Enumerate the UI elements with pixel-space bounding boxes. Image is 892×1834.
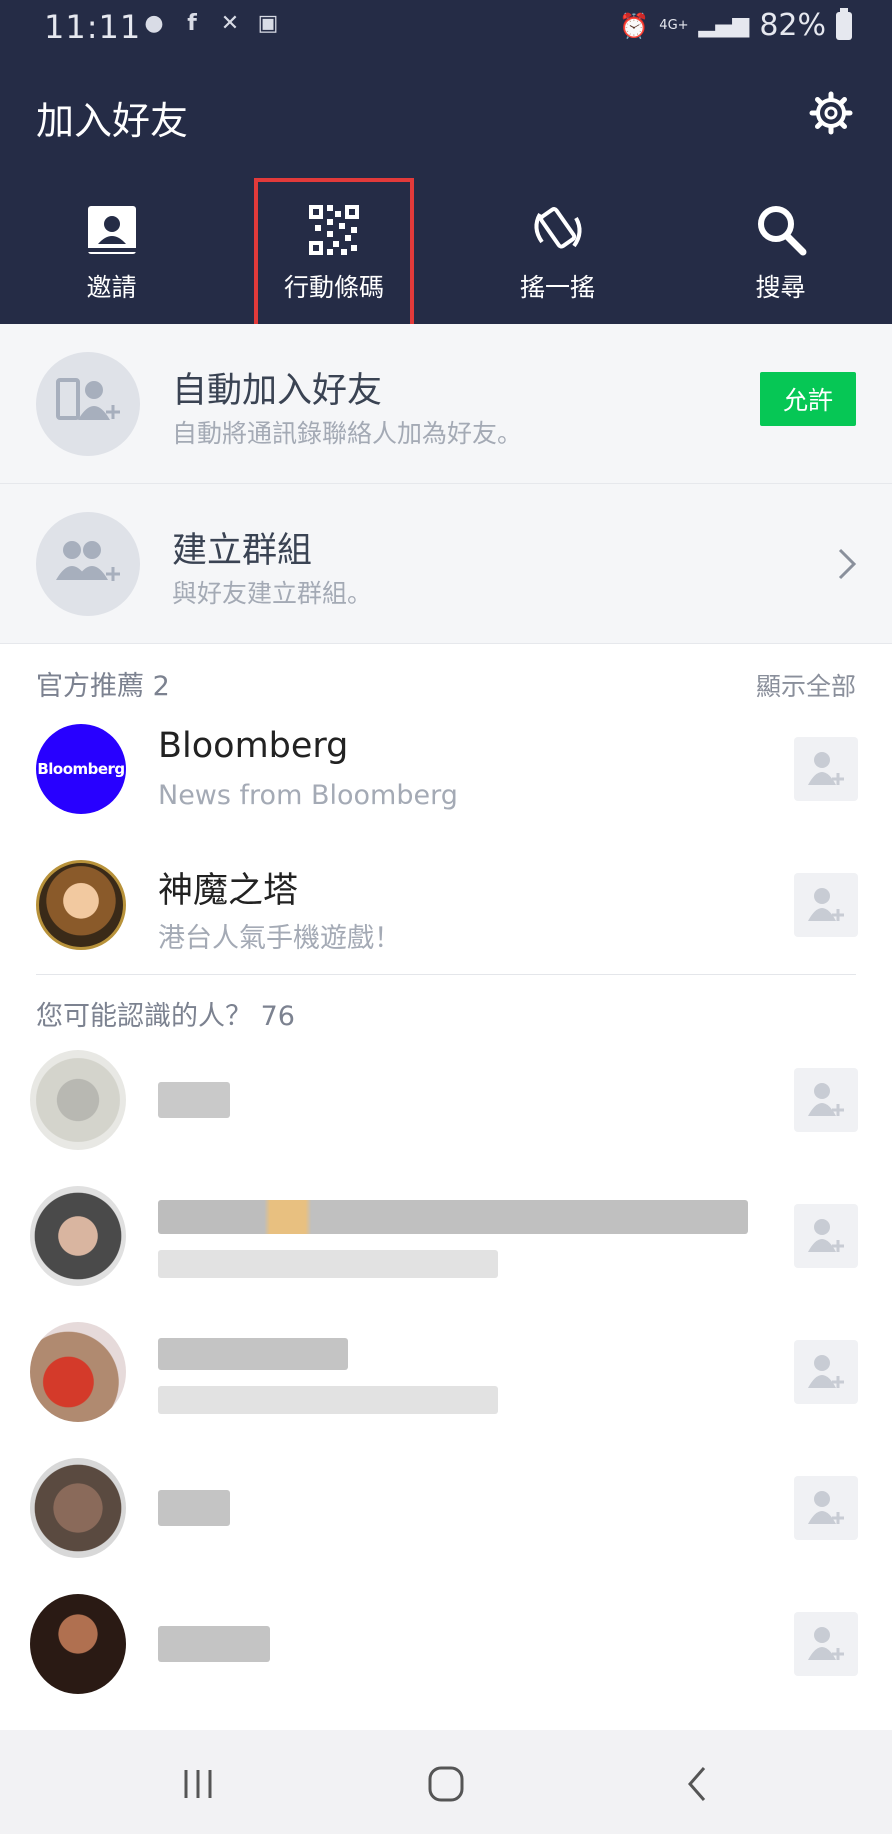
network-type: 4G+ xyxy=(659,18,689,33)
avatar xyxy=(30,1322,126,1422)
invite-button[interactable]: 邀請 xyxy=(0,202,223,324)
add-user-icon xyxy=(808,888,844,921)
shake-label: 搖一搖 xyxy=(519,273,595,302)
auto-add-friends-row: 自動加入好友 自動將通訊錄聯絡人加為好友。 允許 xyxy=(0,324,892,484)
alarm-icon: ⏰ xyxy=(619,11,650,40)
official-section-label: 官方推薦 2 xyxy=(36,671,170,702)
add-friend-button[interactable] xyxy=(794,1068,858,1132)
status-time: 11:11 xyxy=(44,8,142,46)
gear-icon[interactable] xyxy=(806,88,856,138)
redacted-subtitle xyxy=(158,1250,498,1278)
list-item[interactable] xyxy=(0,1172,892,1302)
add-user-icon xyxy=(808,1355,844,1388)
people-section-label: 您可能認識的人？ 76 xyxy=(36,1001,295,1032)
facebook-icon: f xyxy=(187,11,197,36)
avatar xyxy=(30,1594,126,1694)
chevron-right-icon xyxy=(838,548,857,580)
system-navigation-bar xyxy=(0,1730,892,1834)
auto-add-title: 自動加入好友 xyxy=(172,371,383,411)
qr-code-label: 行動條碼 xyxy=(283,273,384,302)
status-bar: 11:11 ● f ✕ ▣ ⏰ 4G+ ▂▄▆ 82% xyxy=(0,0,892,52)
search-label: 搜尋 xyxy=(755,273,806,302)
list-item-bloomberg[interactable]: Bloomberg Bloomberg News from Bloomberg xyxy=(0,704,892,834)
add-user-icon xyxy=(808,1083,844,1116)
redacted-name xyxy=(158,1338,348,1370)
add-friend-button[interactable] xyxy=(794,873,858,937)
search-icon xyxy=(757,206,806,256)
redacted-name xyxy=(158,1490,230,1526)
game-avatar xyxy=(36,860,126,950)
list-item[interactable] xyxy=(0,1580,892,1710)
signal-icon: ▂▄▆ xyxy=(698,13,750,38)
bloomberg-name: Bloomberg xyxy=(158,726,349,766)
add-user-icon xyxy=(808,1491,844,1524)
auto-add-subtitle: 自動將通訊錄聯絡人加為好友。 xyxy=(172,419,523,448)
avatar xyxy=(30,1458,126,1558)
create-group-title: 建立群組 xyxy=(172,531,313,571)
add-friend-button[interactable] xyxy=(794,737,858,801)
group-add-icon xyxy=(56,541,120,581)
home-icon[interactable] xyxy=(426,1764,466,1804)
battery-level: 82% xyxy=(759,8,826,43)
contact-card-icon xyxy=(87,206,136,254)
page-title: 加入好友 xyxy=(36,99,189,143)
avatar xyxy=(30,1186,126,1286)
bloomberg-subtitle: News from Bloomberg xyxy=(158,780,458,811)
game-subtitle: 港台人氣手機遊戲！ xyxy=(158,923,401,954)
notification-icons: ● f ✕ ▣ xyxy=(140,10,282,38)
redacted-subtitle xyxy=(158,1386,498,1414)
list-item-tower-of-saviors[interactable]: 神魔之塔 港台人氣手機遊戲！ xyxy=(0,840,892,970)
redacted-name xyxy=(158,1200,748,1234)
redacted-name xyxy=(158,1082,230,1118)
shake-phone-icon xyxy=(534,207,581,249)
system-icons: ⏰ 4G+ ▂▄▆ 82% xyxy=(619,7,852,43)
add-user-icon xyxy=(808,1627,844,1660)
create-group-subtitle: 與好友建立群組。 xyxy=(172,579,373,608)
add-friend-button[interactable] xyxy=(794,1340,858,1404)
phone-add-user-icon xyxy=(56,378,120,420)
back-icon[interactable] xyxy=(678,1764,718,1804)
qr-code-icon xyxy=(309,205,359,255)
redacted-name xyxy=(158,1626,270,1662)
allow-button[interactable]: 允許 xyxy=(760,372,856,426)
missed-call-icon: ✕ xyxy=(220,11,240,36)
bloomberg-logo: Bloomberg xyxy=(36,724,126,814)
create-group-row[interactable]: 建立群組 與好友建立群組。 xyxy=(0,484,892,644)
list-item[interactable] xyxy=(0,1036,892,1166)
auto-add-avatar xyxy=(36,352,140,456)
add-user-icon xyxy=(808,752,844,785)
battery-icon xyxy=(836,7,852,40)
add-user-icon xyxy=(808,1219,844,1252)
invite-label: 邀請 xyxy=(86,273,137,302)
qr-code-button[interactable]: 行動條碼 xyxy=(254,178,414,330)
search-button[interactable]: 搜尋 xyxy=(669,202,892,324)
add-friend-button[interactable] xyxy=(794,1476,858,1540)
list-item[interactable] xyxy=(0,1308,892,1438)
header: 加入好友 邀請 行動條碼 搖一搖 搜尋 xyxy=(0,52,892,330)
game-name: 神魔之塔 xyxy=(158,871,299,911)
create-group-avatar xyxy=(36,512,140,616)
list-item[interactable] xyxy=(0,1444,892,1574)
avatar xyxy=(30,1050,126,1150)
section-divider xyxy=(36,974,856,975)
shake-button[interactable]: 搖一搖 xyxy=(446,202,669,324)
line-icon: ● xyxy=(144,11,164,36)
add-friend-button[interactable] xyxy=(794,1204,858,1268)
add-friend-actions: 邀請 行動條碼 搖一搖 搜尋 xyxy=(0,178,892,330)
recent-apps-icon[interactable] xyxy=(178,1764,218,1804)
add-friend-button[interactable] xyxy=(794,1612,858,1676)
image-icon: ▣ xyxy=(257,11,279,36)
show-all-link[interactable]: 顯示全部 xyxy=(756,667,856,703)
